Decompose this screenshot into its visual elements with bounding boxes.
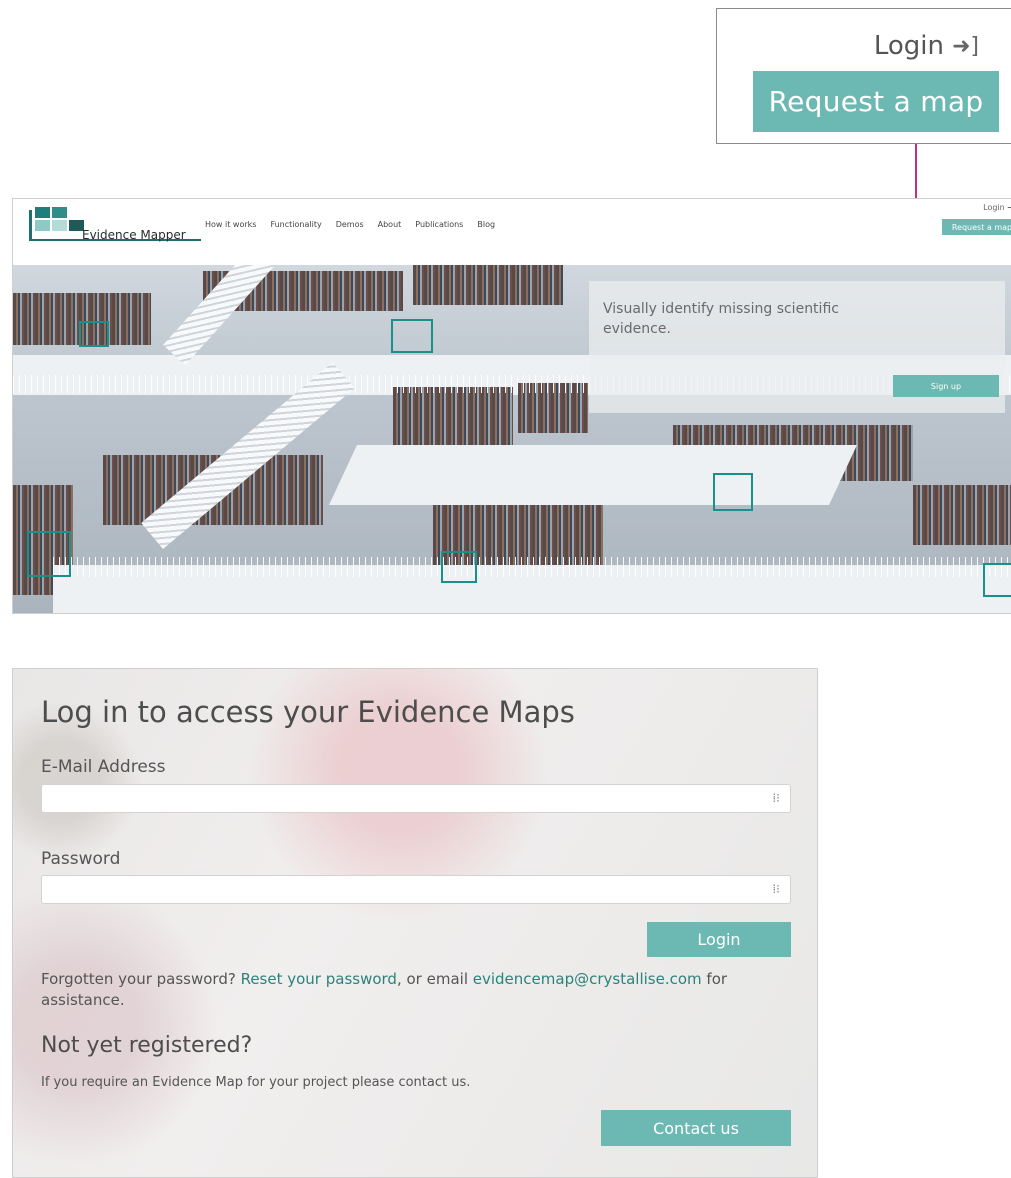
register-text: If you require an Evidence Map for your … <box>41 1075 471 1090</box>
nav-link-blog[interactable]: Blog <box>477 220 495 229</box>
top-navigation: Evidence Mapper How it works Functionali… <box>13 199 1011 265</box>
zoom-callout: Login ➜] Request a map <box>716 8 1011 144</box>
signup-button[interactable]: Sign up <box>893 375 999 397</box>
nav-login-label: Login <box>983 203 1005 212</box>
decorative-teal-square <box>391 319 433 353</box>
password-label: Password <box>41 849 121 869</box>
decorative-teal-square <box>441 551 477 583</box>
callout-login-label: Login <box>873 31 944 61</box>
website-screenshot: Evidence Mapper How it works Functionali… <box>12 198 1011 614</box>
brand-name: Evidence Mapper <box>82 228 186 242</box>
nav-link-publications[interactable]: Publications <box>415 220 463 229</box>
nav-link-how-it-works[interactable]: How it works <box>205 220 256 229</box>
logo-bracket-vertical <box>29 210 32 241</box>
decorative-teal-square <box>79 321 109 347</box>
email-field[interactable]: ⁞⁝ <box>41 784 791 813</box>
nav-link-demos[interactable]: Demos <box>336 220 364 229</box>
library-bookshelf <box>393 387 513 447</box>
logo-square-icon <box>35 220 50 231</box>
sign-in-icon: ➜] <box>951 33 979 59</box>
register-heading: Not yet registered? <box>41 1033 253 1058</box>
logo-square-icon <box>52 220 67 231</box>
library-bookshelf <box>413 265 563 305</box>
login-title: Log in to access your Evidence Maps <box>41 695 575 729</box>
hero-tagline: Visually identify missing scientific evi… <box>603 301 839 337</box>
library-railing <box>53 557 1011 577</box>
nav-link-about[interactable]: About <box>378 220 402 229</box>
decorative-teal-square <box>713 473 753 511</box>
forgot-prefix: Forgotten your password? <box>41 970 241 988</box>
library-bookshelf <box>913 485 1011 545</box>
logo-square-icon <box>52 207 67 218</box>
password-manager-key-icon[interactable]: ⁞⁝ <box>772 882 780 896</box>
login-button[interactable]: Login <box>647 922 791 957</box>
nav-links: How it works Functionality Demos About P… <box>205 220 495 229</box>
forgot-password-text: Forgotten your password? Reset your pass… <box>41 969 801 1011</box>
hero-banner: Visually identify missing scientific evi… <box>13 265 1011 613</box>
password-manager-key-icon[interactable]: ⁞⁝ <box>772 791 780 805</box>
nav-login-link[interactable]: Login ➜ <box>983 203 1011 212</box>
brand-logo[interactable]: Evidence Mapper <box>21 205 201 242</box>
callout-login-link[interactable]: Login ➜] <box>874 31 979 61</box>
callout-request-map-button[interactable]: Request a map <box>753 71 999 132</box>
support-email-link[interactable]: evidencemap@crystallise.com <box>473 970 702 988</box>
nav-request-map-button[interactable]: Request a map <box>942 219 1011 235</box>
password-field[interactable]: ⁞⁝ <box>41 875 791 904</box>
sign-in-icon: ➜ <box>1007 203 1011 212</box>
library-middle-floor <box>329 445 857 505</box>
nav-link-functionality[interactable]: Functionality <box>270 220 321 229</box>
decorative-teal-square <box>27 531 71 577</box>
email-label: E-Mail Address <box>41 757 166 777</box>
reset-password-link[interactable]: Reset your password <box>241 970 397 988</box>
logo-square-icon <box>35 207 50 218</box>
decorative-teal-square <box>983 563 1011 597</box>
login-panel: Log in to access your Evidence Maps E-Ma… <box>12 668 818 1178</box>
forgot-middle: , or email <box>396 970 473 988</box>
contact-us-button[interactable]: Contact us <box>601 1110 791 1146</box>
